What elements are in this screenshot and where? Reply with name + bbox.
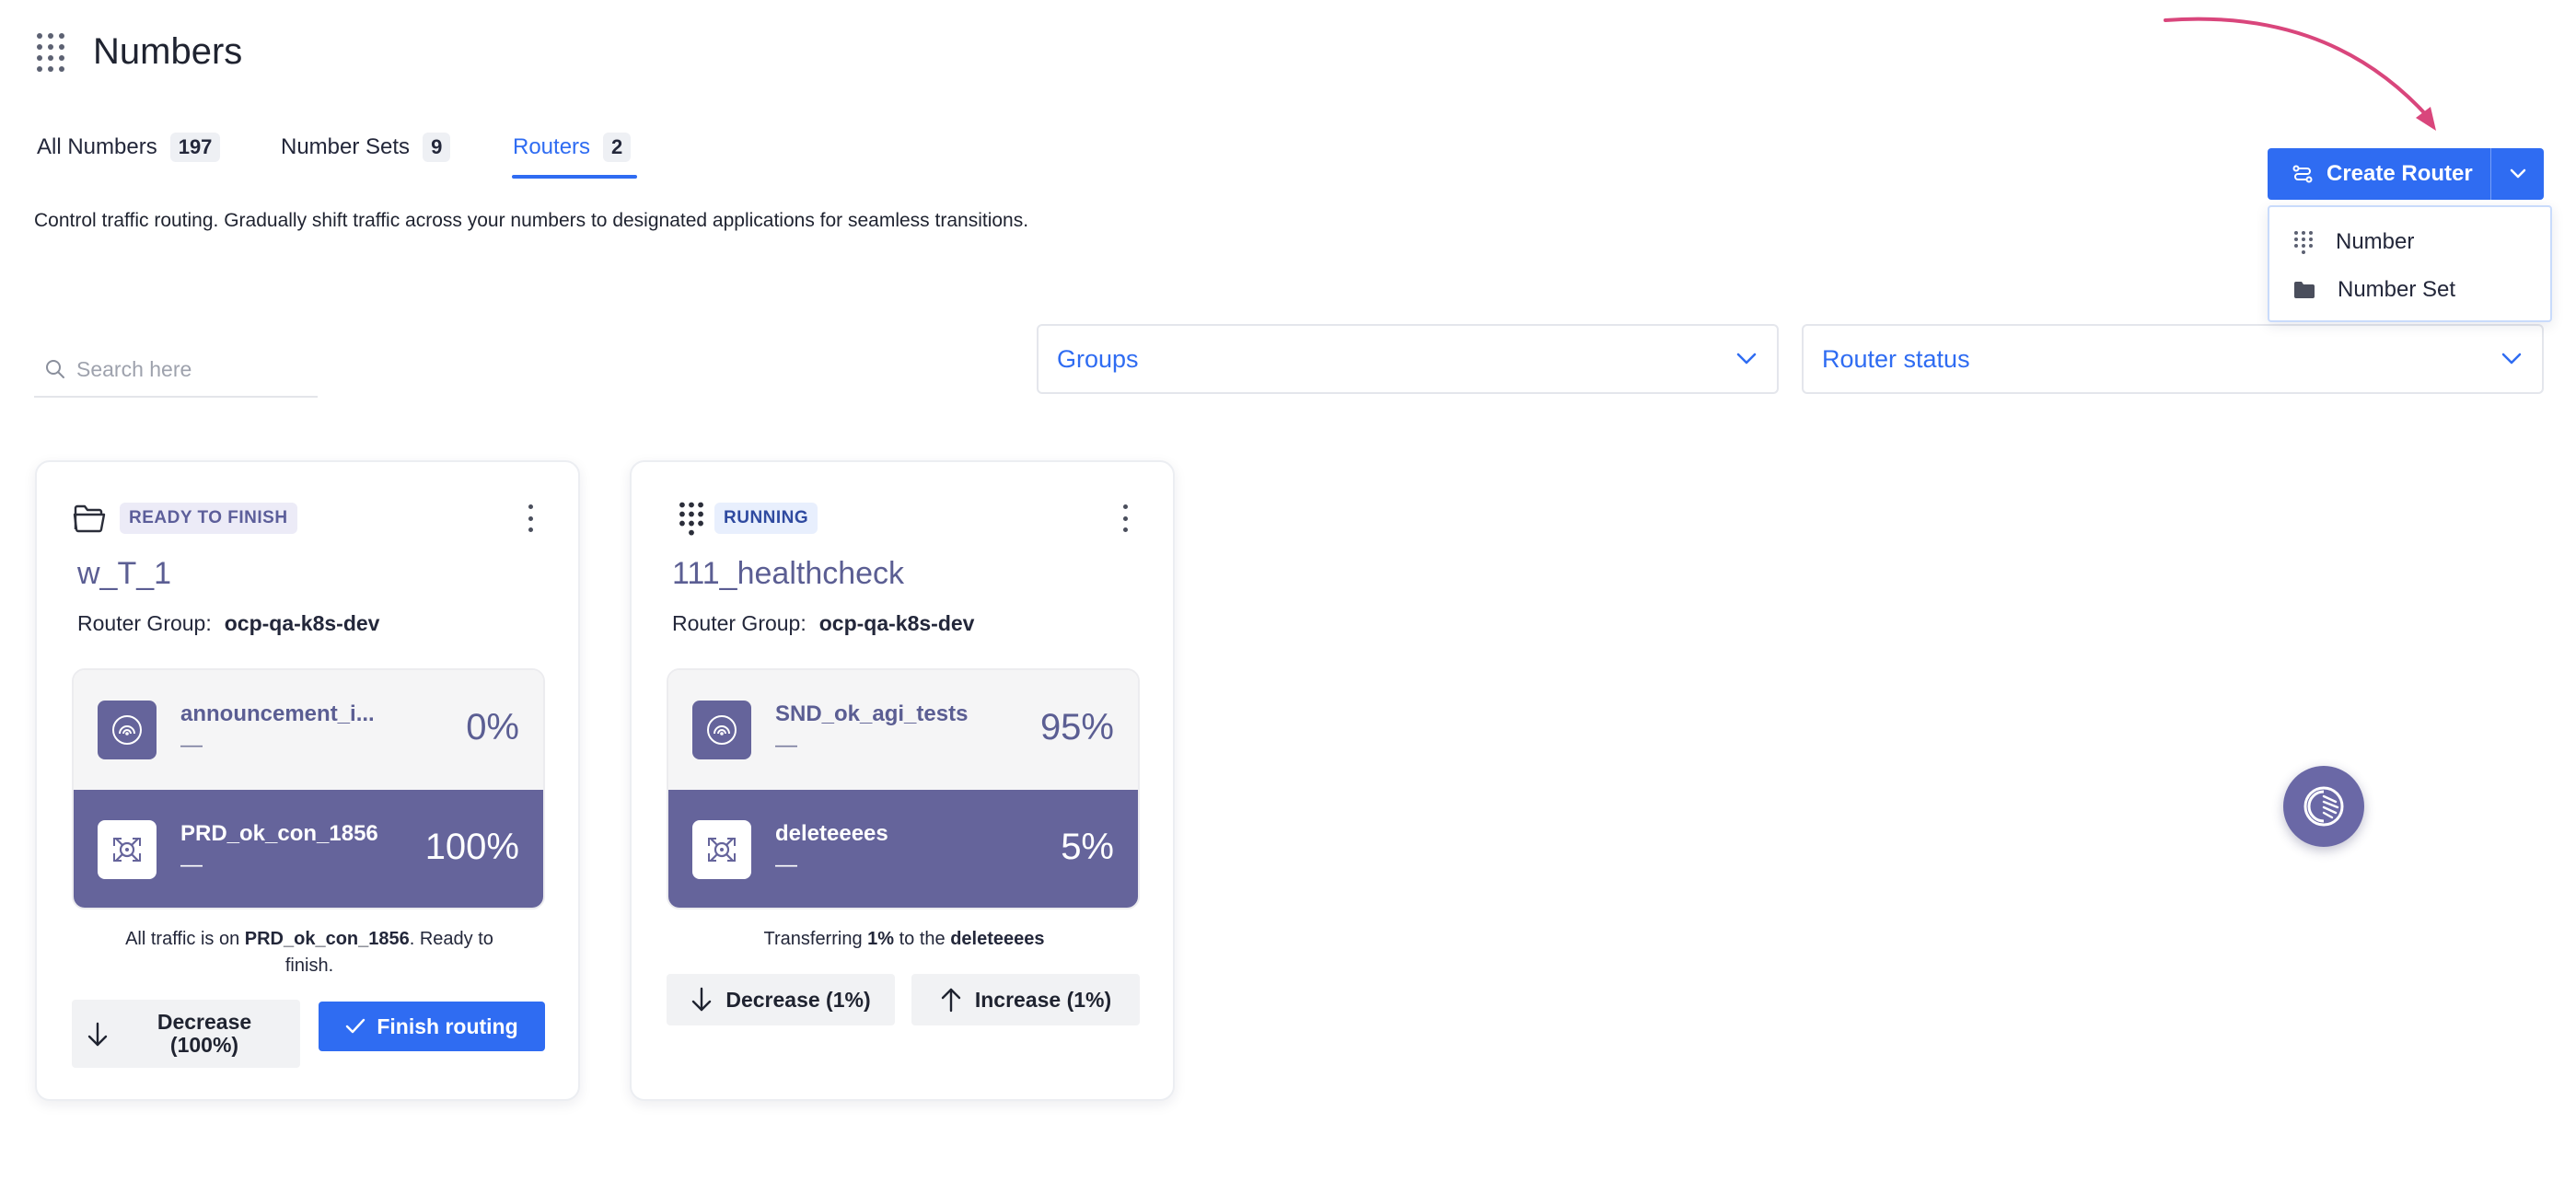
chevron-down-icon <box>2510 168 2525 179</box>
traffic-split-panel: SND_ok_agi_tests — 95% deleteeees — 5% <box>667 668 1140 909</box>
target-app-sub: — <box>775 852 797 877</box>
router-status-filter[interactable]: Router status <box>1802 324 2544 394</box>
source-app-name: announcement_i... <box>180 701 375 726</box>
target-route-row: PRD_ok_con_1856 — 100% <box>74 790 543 908</box>
arrow-down-icon <box>692 987 712 1012</box>
tab-count: 197 <box>169 133 221 162</box>
status-badge: READY TO FINISH <box>120 503 297 534</box>
create-router-dropdown-toggle[interactable] <box>2490 148 2544 200</box>
more-options-icon[interactable] <box>527 504 534 532</box>
groups-filter[interactable]: Groups <box>1037 324 1779 394</box>
dialpad-icon <box>679 502 703 536</box>
folder-icon <box>2294 282 2315 298</box>
chevron-down-icon <box>2501 353 2522 365</box>
router-group: Router Group: ocp-qa-k8s-dev <box>672 611 974 636</box>
page-title: Numbers <box>93 31 243 72</box>
source-app-sub: — <box>180 733 203 758</box>
router-group-value: ocp-qa-k8s-dev <box>818 611 975 635</box>
increase-button[interactable]: Increase (1%) <box>911 974 1140 1025</box>
status-prefix: Transferring <box>763 929 868 949</box>
source-app-sub: — <box>775 733 797 758</box>
router-name[interactable]: 111_healthcheck <box>672 556 904 592</box>
increase-label: Increase (1%) <box>974 987 1112 1012</box>
active-tab-indicator <box>512 175 637 179</box>
tab-routers[interactable]: Routers 2 <box>513 129 632 166</box>
folder-icon <box>73 504 106 533</box>
source-route-row: announcement_i... — 0% <box>74 670 543 790</box>
finish-routing-label: Finish routing <box>377 1013 518 1038</box>
search-icon <box>46 360 64 378</box>
status-highlight: PRD_ok_con_1856 <box>244 929 410 949</box>
tab-all-numbers[interactable]: All Numbers 197 <box>37 129 221 166</box>
help-widget-button[interactable] <box>2283 766 2364 847</box>
menu-item-number-set[interactable]: Number Set <box>2269 266 2550 314</box>
traffic-split-panel: announcement_i... — 0% PRD_ok_con_1856 —… <box>72 668 545 909</box>
target-percent: 100% <box>424 827 519 867</box>
target-app-sub: — <box>180 852 203 877</box>
status-target: deleteeees <box>950 929 1045 949</box>
tab-count: 9 <box>423 133 451 162</box>
arrow-up-icon <box>941 988 961 1013</box>
create-router-menu: Number Number Set <box>2268 205 2552 322</box>
router-icon <box>2292 165 2313 183</box>
menu-item-label: Number Set <box>2338 277 2456 302</box>
router-name[interactable]: w_T_1 <box>77 556 171 592</box>
app-grid-icon[interactable] <box>37 33 68 72</box>
assistant-logo-icon <box>2303 786 2344 827</box>
target-app-name: PRD_ok_con_1856 <box>180 821 378 846</box>
router-group-label: Router Group: <box>77 611 212 635</box>
create-router-label: Create Router <box>2327 161 2473 186</box>
search-input[interactable] <box>76 356 297 382</box>
status-middle: to the <box>894 929 951 949</box>
groups-filter-label: Groups <box>1057 344 1139 373</box>
source-percent: 95% <box>1039 707 1114 747</box>
router-status-filter-label: Router status <box>1822 344 1970 373</box>
target-app-name: deleteeees <box>775 821 888 846</box>
target-app-icon <box>98 820 157 879</box>
arrow-down-icon <box>87 1022 108 1047</box>
dialpad-icon <box>2294 231 2313 254</box>
router-card: READY TO FINISH w_T_1 Router Group: ocp-q… <box>35 460 580 1101</box>
broadcast-icon <box>692 701 751 759</box>
router-group: Router Group: ocp-qa-k8s-dev <box>77 611 379 636</box>
tab-count: 2 <box>603 133 632 162</box>
source-percent: 0% <box>466 707 519 747</box>
broadcast-icon <box>98 701 157 759</box>
finish-routing-button[interactable]: Finish routing <box>319 1002 545 1051</box>
annotation-arrow-icon <box>2164 17 2436 131</box>
routing-status-text: All traffic is on PRD_ok_con_1856. Ready… <box>101 926 517 979</box>
decrease-button[interactable]: Decrease (100%) <box>72 1000 300 1068</box>
more-options-icon[interactable] <box>1121 504 1129 532</box>
create-router-main[interactable]: Create Router <box>2268 148 2490 200</box>
page-description: Control traffic routing. Gradually shift… <box>34 210 1029 231</box>
status-badge: RUNNING <box>714 503 818 534</box>
router-card: RUNNING 111_healthcheck Router Group: ocp… <box>630 460 1175 1101</box>
create-router-button[interactable]: Create Router <box>2268 148 2544 200</box>
menu-item-number[interactable]: Number <box>2269 218 2550 266</box>
check-icon <box>346 1018 366 1034</box>
target-percent: 5% <box>1061 827 1114 867</box>
status-prefix: All traffic is on <box>125 929 245 949</box>
source-route-row: SND_ok_agi_tests — 95% <box>668 670 1138 790</box>
routing-status-text: Transferring 1% to the deleteeees <box>687 926 1121 953</box>
chevron-down-icon <box>1736 353 1757 365</box>
router-group-value: ocp-qa-k8s-dev <box>224 611 380 635</box>
search-box[interactable] <box>34 342 318 398</box>
decrease-button[interactable]: Decrease (1%) <box>667 974 895 1025</box>
decrease-label: Decrease (100%) <box>157 1010 252 1057</box>
target-app-icon <box>692 820 751 879</box>
tab-label: Routers <box>513 134 591 159</box>
target-route-row: deleteeees — 5% <box>668 790 1138 908</box>
router-group-label: Router Group: <box>672 611 806 635</box>
menu-item-label: Number <box>2336 229 2415 254</box>
status-highlight: 1% <box>867 929 895 949</box>
tab-number-sets[interactable]: Number Sets 9 <box>281 129 451 166</box>
tab-label: Number Sets <box>281 134 411 159</box>
decrease-label: Decrease (1%) <box>725 987 871 1012</box>
tab-label: All Numbers <box>37 134 157 159</box>
source-app-name: SND_ok_agi_tests <box>775 701 969 726</box>
